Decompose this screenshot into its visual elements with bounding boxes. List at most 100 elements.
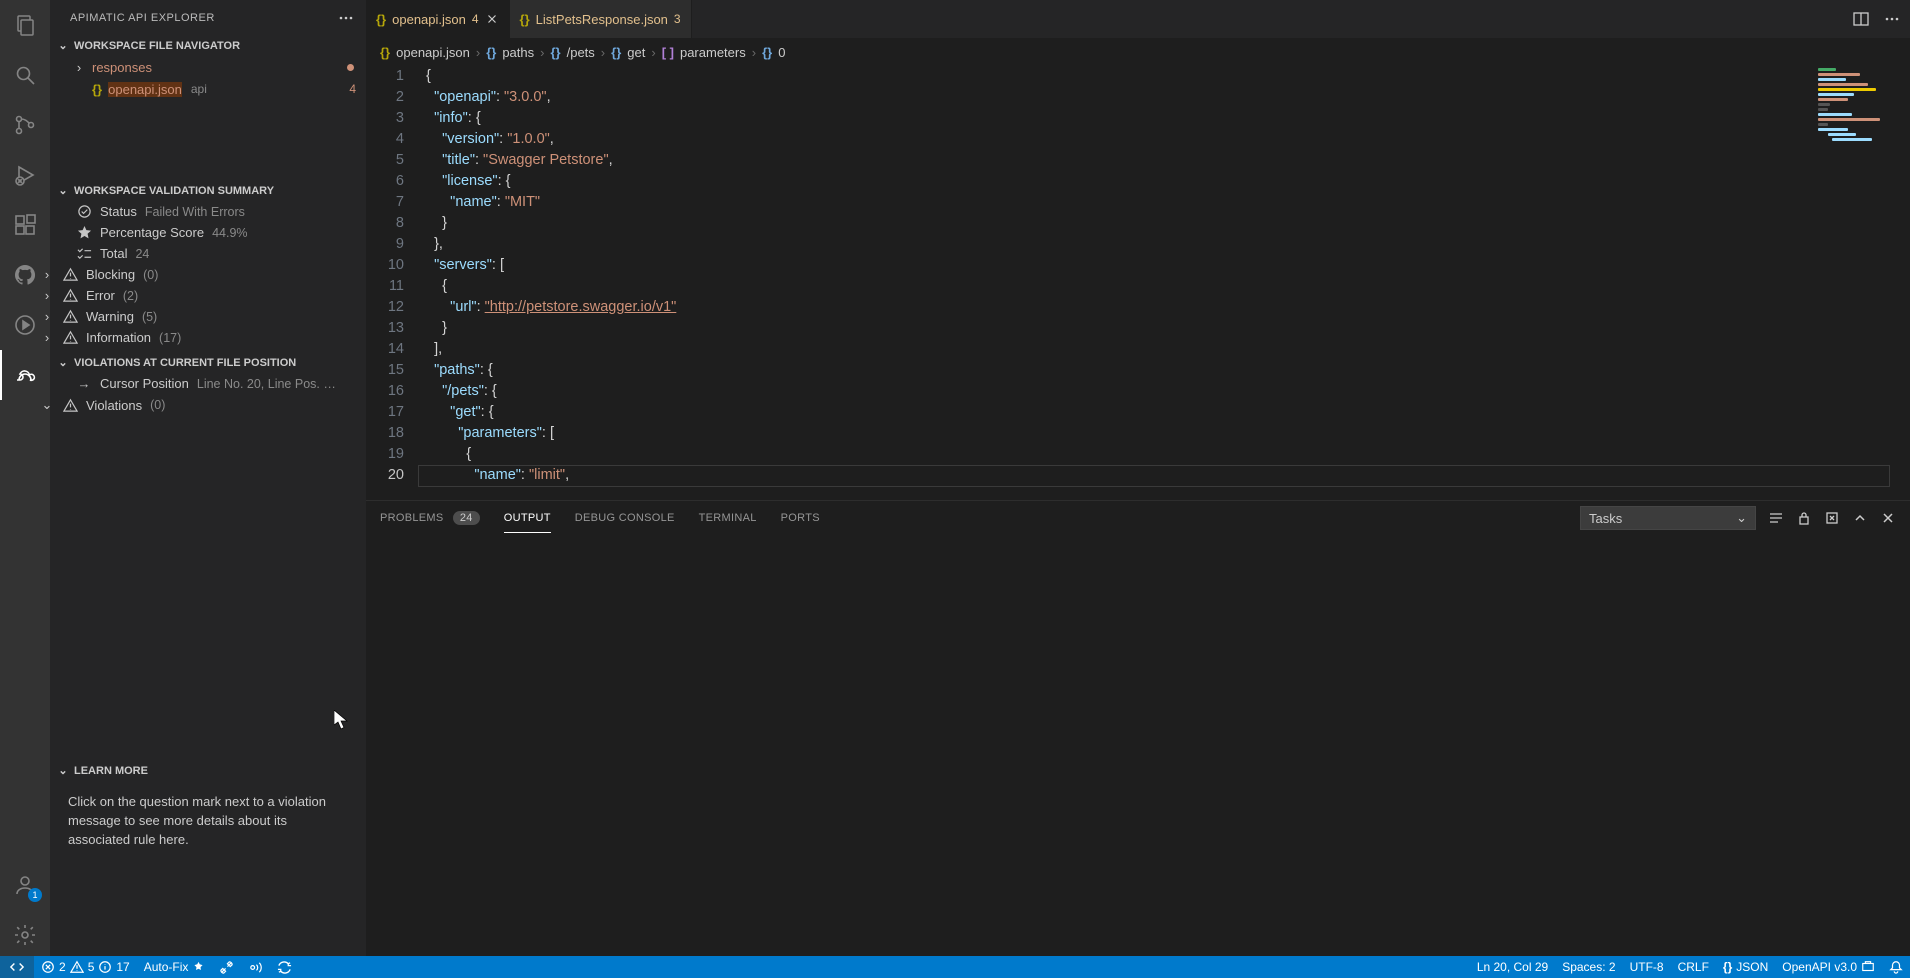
violations-row[interactable]: ⌄ Violations (0) — [50, 394, 366, 416]
panel-tab-terminal[interactable]: TERMINAL — [699, 504, 757, 532]
status-problems[interactable]: 2 5 17 — [34, 956, 137, 978]
more-actions-icon[interactable] — [1884, 11, 1900, 27]
breadcrumb-segment[interactable]: paths — [502, 45, 534, 60]
code-content[interactable]: { — [418, 66, 1910, 87]
code-line[interactable]: 2 "openapi": "3.0.0", — [366, 87, 1910, 108]
validation-information[interactable]: › Information (17) — [50, 327, 366, 348]
code-content[interactable]: "parameters": [ — [418, 423, 1910, 444]
close-icon[interactable] — [485, 12, 499, 26]
sidebar-more-icon[interactable] — [338, 10, 354, 26]
status-sync-icon[interactable] — [270, 956, 299, 978]
explorer-icon[interactable] — [0, 0, 50, 50]
code-content[interactable]: "info": { — [418, 108, 1910, 129]
close-panel-icon[interactable] — [1880, 510, 1896, 526]
clear-icon[interactable] — [1824, 510, 1840, 526]
tree-file[interactable]: {} openapi.json api 4 — [50, 78, 366, 100]
accounts-icon[interactable]: 1 — [0, 860, 50, 910]
validation-warning[interactable]: › Warning (5) — [50, 306, 366, 327]
code-line[interactable]: 11 { — [366, 276, 1910, 297]
code-content[interactable]: } — [418, 318, 1910, 339]
code-line[interactable]: 16 "/pets": { — [366, 381, 1910, 402]
status-encoding[interactable]: UTF-8 — [1623, 960, 1671, 974]
code-line[interactable]: 12 "url": "http://petstore.swagger.io/v1… — [366, 297, 1910, 318]
settings-gear-icon[interactable] — [0, 910, 50, 960]
section-validation[interactable]: ⌄ WORKSPACE VALIDATION SUMMARY — [50, 180, 366, 201]
code-line[interactable]: 13 } — [366, 318, 1910, 339]
code-content[interactable]: "name": "limit", — [418, 465, 1910, 486]
panel-tab-debug[interactable]: DEBUG CONSOLE — [575, 504, 675, 532]
code-line[interactable]: 19 { — [366, 444, 1910, 465]
status-bell-icon[interactable] — [1882, 960, 1910, 974]
code-content[interactable]: "/pets": { — [418, 381, 1910, 402]
status-openapi[interactable]: OpenAPI v3.0 — [1775, 960, 1882, 974]
status-autofix[interactable]: Auto-Fix — [137, 956, 213, 978]
section-learn-more[interactable]: ⌄ LEARN MORE — [50, 760, 366, 781]
breadcrumb[interactable]: {}openapi.json›{}paths›{}/pets›{}get›[ ]… — [366, 38, 1910, 66]
split-editor-icon[interactable] — [1852, 10, 1870, 28]
output-body[interactable] — [366, 535, 1910, 960]
validation-total[interactable]: Total 24 — [50, 243, 366, 264]
breadcrumb-segment[interactable]: /pets — [567, 45, 595, 60]
code-content[interactable]: "license": { — [418, 171, 1910, 192]
code-content[interactable]: "paths": { — [418, 360, 1910, 381]
status-lang[interactable]: {} JSON — [1716, 960, 1775, 974]
status-eol[interactable]: CRLF — [1671, 960, 1716, 974]
code-line[interactable]: 17 "get": { — [366, 402, 1910, 423]
code-content[interactable]: } — [418, 213, 1910, 234]
breadcrumb-segment[interactable]: get — [627, 45, 645, 60]
code-content[interactable]: "openapi": "3.0.0", — [418, 87, 1910, 108]
code-line[interactable]: 7 "name": "MIT" — [366, 192, 1910, 213]
code-content[interactable]: "url": "http://petstore.swagger.io/v1" — [418, 297, 1910, 318]
panel-tab-ports[interactable]: PORTS — [781, 504, 820, 532]
code-content[interactable]: ], — [418, 339, 1910, 360]
search-icon[interactable] — [0, 50, 50, 100]
source-control-icon[interactable] — [0, 100, 50, 150]
code-content[interactable]: { — [418, 444, 1910, 465]
tab-listpets[interactable]: {} ListPetsResponse.json 3 — [510, 0, 692, 38]
code-line[interactable]: 18 "parameters": [ — [366, 423, 1910, 444]
breadcrumb-segment[interactable]: parameters — [680, 45, 746, 60]
code-line[interactable]: 9 }, — [366, 234, 1910, 255]
code-line[interactable]: 8 } — [366, 213, 1910, 234]
code-content[interactable]: "get": { — [418, 402, 1910, 423]
list-icon[interactable] — [1768, 510, 1784, 526]
validation-blocking[interactable]: › Blocking (0) — [50, 264, 366, 285]
code-editor[interactable]: 1{2 "openapi": "3.0.0",3 "info": {4 "ver… — [366, 66, 1910, 500]
code-line[interactable]: 1{ — [366, 66, 1910, 87]
code-line[interactable]: 10 "servers": [ — [366, 255, 1910, 276]
panel-tab-output[interactable]: OUTPUT — [504, 504, 551, 533]
apimatic-icon[interactable] — [0, 350, 50, 400]
panel-tab-problems[interactable]: PROBLEMS 24 — [380, 504, 480, 532]
code-line[interactable]: 5 "title": "Swagger Petstore", — [366, 150, 1910, 171]
breadcrumb-segment[interactable]: 0 — [778, 45, 785, 60]
tab-openapi[interactable]: {} openapi.json 4 — [366, 0, 510, 38]
code-line[interactable]: 20 "name": "limit", — [366, 465, 1910, 486]
code-line[interactable]: 6 "license": { — [366, 171, 1910, 192]
chevron-up-icon[interactable] — [1852, 510, 1868, 526]
code-content[interactable]: "version": "1.0.0", — [418, 129, 1910, 150]
validation-status[interactable]: Status Failed With Errors — [50, 201, 366, 222]
code-line[interactable]: 14 ], — [366, 339, 1910, 360]
validation-percentage[interactable]: Percentage Score 44.9% — [50, 222, 366, 243]
section-violations[interactable]: ⌄ VIOLATIONS AT CURRENT FILE POSITION — [50, 352, 366, 373]
lock-icon[interactable] — [1796, 510, 1812, 526]
remote-indicator[interactable] — [0, 956, 34, 978]
status-tools-icon[interactable] — [212, 956, 241, 978]
tree-folder[interactable]: › responses — [50, 56, 366, 78]
status-ln-col[interactable]: Ln 20, Col 29 — [1470, 960, 1555, 974]
code-line[interactable]: 3 "info": { — [366, 108, 1910, 129]
code-content[interactable]: }, — [418, 234, 1910, 255]
extensions-icon[interactable] — [0, 200, 50, 250]
status-spaces[interactable]: Spaces: 2 — [1555, 960, 1622, 974]
output-channel-select[interactable]: Tasks ⌄ — [1580, 506, 1756, 530]
code-content[interactable]: "name": "MIT" — [418, 192, 1910, 213]
code-line[interactable]: 15 "paths": { — [366, 360, 1910, 381]
run-debug-icon[interactable] — [0, 150, 50, 200]
code-content[interactable]: "title": "Swagger Petstore", — [418, 150, 1910, 171]
cursor-position[interactable]: → Cursor Position Line No. 20, Line Pos.… — [50, 373, 366, 394]
code-content[interactable]: { — [418, 276, 1910, 297]
code-content[interactable]: "servers": [ — [418, 255, 1910, 276]
validation-error[interactable]: › Error (2) — [50, 285, 366, 306]
status-live-icon[interactable] — [241, 956, 270, 978]
code-line[interactable]: 4 "version": "1.0.0", — [366, 129, 1910, 150]
